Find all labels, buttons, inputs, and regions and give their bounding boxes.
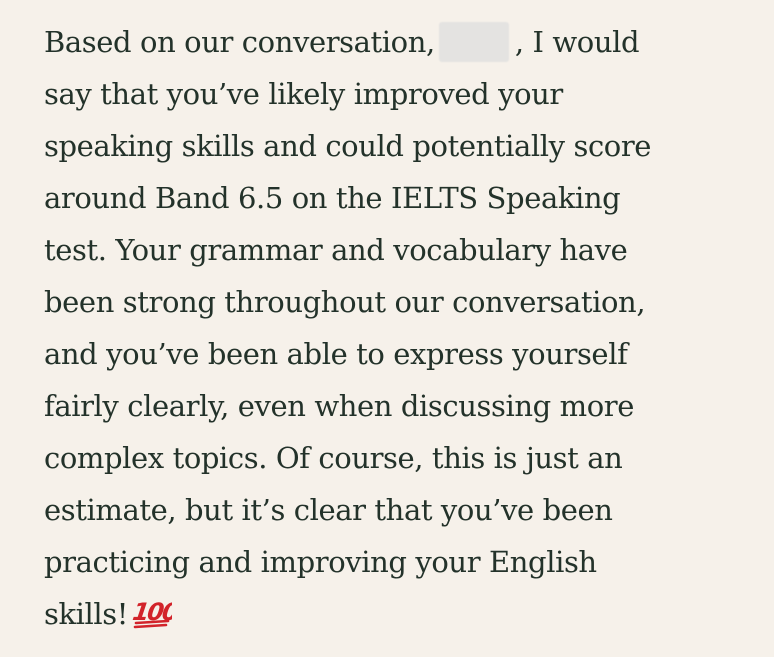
redacted-name — [438, 22, 509, 62]
message-line-7: and you’ve been able to express yourself — [44, 337, 628, 371]
message-line-11: practicing and improving your English — [44, 545, 597, 579]
message-line-12: skills! 100 — [44, 588, 744, 640]
message-line-5: test. Your grammar and vocabulary have — [44, 233, 628, 267]
message-text-end: skills! — [44, 597, 129, 631]
message-text-start: Based on our conversation, — [44, 25, 435, 59]
chat-message: Based on our conversation, , I would say … — [44, 16, 744, 640]
message-line-2: say that you’ve likely improved your — [44, 77, 563, 111]
message-line-4: around Band 6.5 on the IELTS Speaking — [44, 181, 621, 215]
message-line-8: fairly clearly, even when discussing mor… — [44, 389, 634, 423]
message-line-1: Based on our conversation, , I would — [44, 16, 744, 68]
message-line-9: complex topics. Of course, this is just … — [44, 441, 623, 475]
message-line-10: estimate, but it’s clear that you’ve bee… — [44, 493, 613, 527]
message-line-6: been strong throughout our conversation, — [44, 285, 646, 319]
message-text-continue: , I would — [514, 25, 640, 59]
message-line-3: speaking skills and could potentially sc… — [44, 129, 652, 163]
hundred-points-icon: 100 — [131, 594, 180, 646]
